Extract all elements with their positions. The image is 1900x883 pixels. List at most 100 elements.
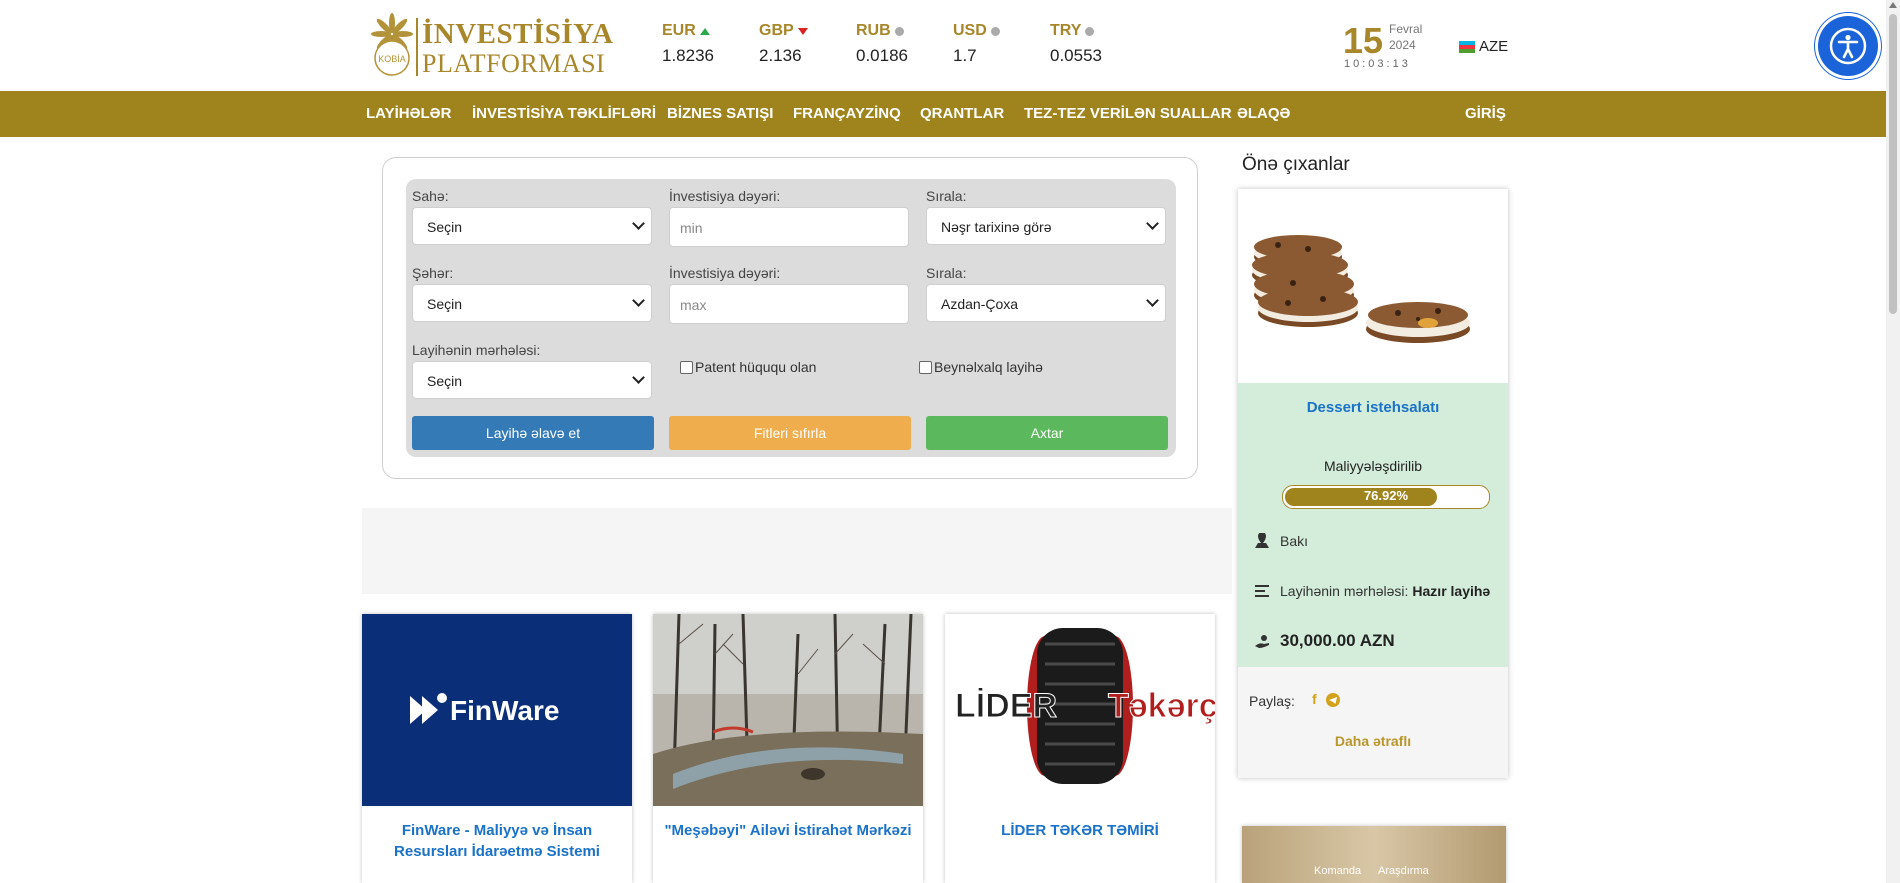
project-image: FinWare xyxy=(362,614,632,806)
logo-divider xyxy=(416,18,418,76)
project-title[interactable]: "Meşəbəyi" Ailəvi İstirahət Mərkəzi xyxy=(663,820,913,841)
sort2-select-value: Azdan-Çoxa xyxy=(941,296,1019,312)
rate-code: TRY xyxy=(1050,22,1082,39)
sort1-label: Sırala: xyxy=(926,188,967,204)
project-image: LİDER Təkərçi xyxy=(945,614,1215,806)
money-hand-icon xyxy=(1255,635,1269,648)
sort2-select[interactable]: Azdan-Çoxa xyxy=(926,284,1166,322)
telegram-icon[interactable] xyxy=(1326,693,1340,707)
date-year: 2024 xyxy=(1389,38,1416,52)
accessibility-icon xyxy=(1829,27,1867,65)
funding-progress-bar: 76.92% xyxy=(1282,485,1490,509)
facebook-icon[interactable]: f xyxy=(1312,691,1317,707)
read-more-link[interactable]: Daha ətraflı xyxy=(1238,733,1508,749)
chevron-down-icon xyxy=(632,294,645,307)
location-value: Bakı xyxy=(1280,533,1309,549)
main-nav: LAYİHƏLƏR İNVESTİSİYA TƏKLİFLƏRİ BİZNES … xyxy=(0,91,1886,137)
trend-down-icon xyxy=(797,27,808,35)
cookies-photo-icon xyxy=(1252,235,1470,343)
project-image xyxy=(653,614,923,806)
page-scrollbar[interactable] xyxy=(1886,0,1900,883)
inv-min-label: İnvestisiya dəyəri: xyxy=(669,188,781,204)
amount-row: 30,000.00 AZN xyxy=(1254,631,1395,651)
logo-mark: KOBİA xyxy=(378,54,406,64)
tire-logo-left-text: LİDER xyxy=(955,687,1057,725)
reset-filters-button[interactable]: Fitleri sıfırla xyxy=(669,416,911,450)
accessibility-button[interactable] xyxy=(1815,13,1881,79)
rate-value: 0.0553 xyxy=(1050,46,1102,65)
share-section: Paylaş: f Daha ətraflı xyxy=(1238,667,1508,778)
trend-flat-icon xyxy=(894,26,904,36)
rate-value: 1.8236 xyxy=(662,46,714,65)
rate-usd: USD 1.7 xyxy=(953,22,1000,66)
nav-item-login[interactable]: GİRİŞ xyxy=(1465,105,1506,122)
international-checkbox[interactable]: Beynəlxalq layihə xyxy=(919,359,1043,375)
location-row: Bakı xyxy=(1254,533,1308,549)
clock-time: 10:03:13 xyxy=(1344,58,1411,70)
nav-item-investment-offers[interactable]: İNVESTİSİYA TƏKLİFLƏRİ xyxy=(472,105,656,122)
checkbox-box[interactable] xyxy=(680,360,693,374)
nav-item-franchising[interactable]: FRANÇAYZİNQ xyxy=(793,105,901,122)
field-select[interactable]: Seçin xyxy=(412,207,652,245)
filter-panel: Sahə: Seçin İnvestisiya dəyəri: min Sıra… xyxy=(382,157,1198,479)
featured-card-2[interactable]: Komanda Araşdırma xyxy=(1242,826,1506,883)
nav-item-contact[interactable]: ƏLAQƏ xyxy=(1237,105,1290,122)
filter-form: Sahə: Seçin İnvestisiya dəyəri: min Sıra… xyxy=(406,179,1176,457)
chevron-down-icon xyxy=(1146,294,1159,307)
featured-card[interactable]: Dessert istehsalatı Maliyyələşdirilib 76… xyxy=(1238,189,1508,778)
rate-eur: EUR 1.8236 xyxy=(662,22,714,66)
logo-line2: PLATFORMASI xyxy=(422,49,606,78)
team-label: Komanda xyxy=(1314,865,1362,877)
rate-value: 0.0186 xyxy=(856,46,908,65)
add-project-button[interactable]: Layihə əlavə et xyxy=(412,416,654,450)
nav-item-grants[interactable]: QRANTLAR xyxy=(920,105,1004,122)
featured-title[interactable]: Dessert istehsalatı xyxy=(1238,399,1508,416)
inv-max-input[interactable]: max xyxy=(669,284,909,324)
trend-up-icon xyxy=(699,27,710,35)
language-switcher[interactable]: AZE xyxy=(1459,38,1508,55)
nav-item-faq[interactable]: TEZ-TEZ VERİLƏN SUALLAR xyxy=(1024,105,1232,122)
tire-logo-right-text: Təkərçi xyxy=(1108,687,1215,725)
date-day: 15 xyxy=(1343,20,1384,61)
patent-checkbox[interactable]: Patent hüququ olan xyxy=(680,359,816,375)
featured-image xyxy=(1238,189,1508,383)
inv-min-input[interactable]: min xyxy=(669,207,909,247)
scroll-thumb[interactable] xyxy=(1889,14,1897,314)
stage-select[interactable]: Seçin xyxy=(412,361,652,399)
scroll-up-arrow-icon[interactable] xyxy=(1889,2,1897,8)
share-label: Paylaş: xyxy=(1249,693,1295,709)
nav-item-business-sale[interactable]: BİZNES SATIŞI xyxy=(667,105,773,122)
progress-label: 76.92% xyxy=(1363,488,1409,503)
sidebar-title: Önə çıxanlar xyxy=(1242,154,1350,175)
city-label: Şəhər: xyxy=(412,265,454,281)
rate-try: TRY 0.0553 xyxy=(1050,22,1102,66)
stage-row: Layihənin mərhələsi: Hazır layihə xyxy=(1254,583,1490,599)
rate-code: EUR xyxy=(662,22,696,39)
project-card[interactable]: LİDER Təkərçi LİDER TƏKƏR TƏMİRİ xyxy=(945,614,1215,883)
inv-max-label: İnvestisiya dəyəri: xyxy=(669,265,781,281)
finware-logo-icon: FinWare xyxy=(410,693,559,726)
list-icon xyxy=(1255,585,1269,597)
rate-code: RUB xyxy=(856,22,891,39)
project-title[interactable]: FinWare - Maliyyə və İnsan Resursları İd… xyxy=(372,820,622,862)
international-checkbox-label: Beynəlxalq layihə xyxy=(934,359,1043,375)
ad-banner xyxy=(362,508,1232,594)
project-card[interactable]: FinWare FinWare - Maliyyə və İnsan Resur… xyxy=(362,614,632,883)
rate-code: GBP xyxy=(759,22,794,39)
finware-logo-text: FinWare xyxy=(450,695,559,726)
rate-rub: RUB 0.0186 xyxy=(856,22,908,66)
field-label: Sahə: xyxy=(412,188,449,204)
stage-select-value: Seçin xyxy=(427,373,463,389)
forest-photo-icon xyxy=(653,614,923,806)
project-card[interactable]: "Meşəbəyi" Ailəvi İstirahət Mərkəzi xyxy=(653,614,923,883)
nav-item-projects[interactable]: LAYİHƏLƏR xyxy=(366,105,451,122)
city-select[interactable]: Seçin xyxy=(412,284,652,322)
field-select-value: Seçin xyxy=(427,219,463,235)
chevron-down-icon xyxy=(632,371,645,384)
checkbox-box[interactable] xyxy=(919,360,932,374)
site-logo[interactable]: KOBİA İNVESTİSİYA PLATFORMASI xyxy=(370,12,613,78)
sort1-select[interactable]: Nəşr tarixinə görə xyxy=(926,207,1166,245)
search-button[interactable]: Axtar xyxy=(926,416,1168,450)
funding-status: Maliyyələşdirilib xyxy=(1323,458,1423,474)
project-title[interactable]: LİDER TƏKƏR TƏMİRİ xyxy=(955,820,1205,841)
